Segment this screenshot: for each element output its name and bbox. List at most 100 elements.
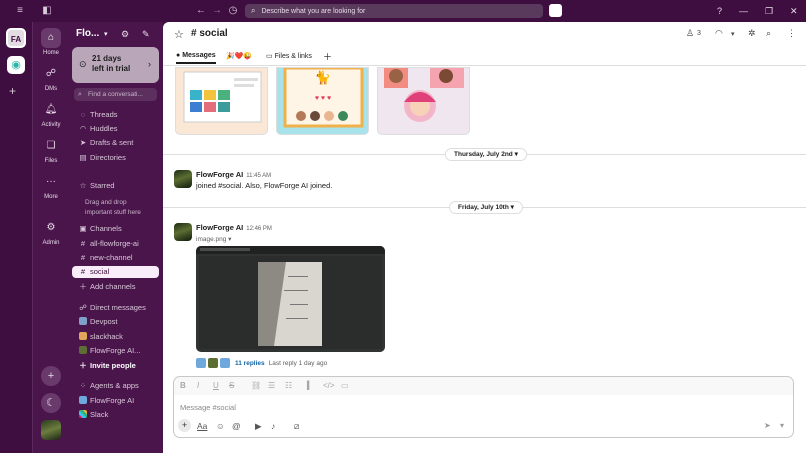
- emoji-icon[interactable]: ☺: [216, 421, 225, 431]
- bullet-list-icon[interactable]: ☷: [285, 381, 292, 390]
- chevron-down-icon[interactable]: ▾: [780, 421, 784, 430]
- shortcuts-icon[interactable]: ⧄: [294, 421, 299, 432]
- sidebar-channel-all-flowforge-ai[interactable]: # all-flowforge-ai: [72, 238, 159, 250]
- blockquote-icon[interactable]: ▍: [307, 381, 313, 390]
- tab-canvas[interactable]: 🎉❤️😜: [226, 52, 252, 60]
- sidebar-toggle-icon[interactable]: ◧: [40, 5, 54, 16]
- text-format-icon[interactable]: Aa: [197, 421, 207, 431]
- trial-banner[interactable]: ⊙ 21 days left in trial ›: [72, 47, 159, 83]
- strikethrough-icon[interactable]: S: [229, 381, 234, 390]
- chevron-down-icon[interactable]: ▾: [731, 30, 735, 38]
- message-input[interactable]: Message #social: [180, 403, 236, 412]
- nav-activity[interactable]: 🔔︎ Activity: [33, 100, 69, 128]
- tab-files[interactable]: ▭ Files & links: [266, 52, 312, 60]
- sidebar-item-directories[interactable]: ▤ Directories: [72, 152, 159, 164]
- underline-icon[interactable]: U: [213, 381, 219, 390]
- avatar[interactable]: [174, 223, 192, 241]
- close-icon[interactable]: ✕: [790, 4, 798, 18]
- ai-logo-icon[interactable]: [549, 4, 562, 17]
- kebab-menu-icon[interactable]: ⋮: [787, 28, 796, 39]
- member-count[interactable]: 3: [697, 30, 701, 37]
- settings-icon[interactable]: ⚙: [121, 29, 129, 40]
- italic-icon[interactable]: I: [197, 381, 199, 390]
- app-slack[interactable]: Slack: [72, 409, 159, 421]
- add-tab-icon[interactable]: ＋: [323, 50, 332, 63]
- message-author[interactable]: FlowForge AI 12:46 PM: [196, 223, 272, 232]
- file-name[interactable]: image.png ▾: [196, 235, 231, 243]
- bug-icon[interactable]: ✲: [748, 28, 756, 39]
- channel-title[interactable]: # social: [191, 28, 228, 39]
- thumbnail-image[interactable]: [377, 67, 470, 135]
- image-attachment[interactable]: [196, 246, 385, 352]
- new-message-icon[interactable]: ✎: [142, 29, 150, 40]
- forward-arrow-icon[interactable]: →: [210, 5, 224, 16]
- second-workspace-icon[interactable]: ◉: [7, 56, 25, 74]
- star-icon[interactable]: ☆: [174, 28, 184, 41]
- sidebar-channel-new-channel[interactable]: # new-channel: [72, 252, 159, 264]
- author-name: FlowForge AI: [196, 170, 244, 179]
- sidebar-item-drafts[interactable]: ➤ Drafts & sent: [72, 137, 159, 149]
- message-time[interactable]: 12:46 PM: [246, 226, 272, 232]
- members-icon[interactable]: ♙: [686, 28, 694, 39]
- invite-people-button[interactable]: ＋ Invite people: [72, 360, 159, 372]
- find-conversation-input[interactable]: ⌕ Find a conversati...: [74, 88, 157, 101]
- dm-devpost[interactable]: Devpost: [72, 316, 159, 328]
- dm-flowforge-ai[interactable]: FlowForge AI...: [72, 345, 159, 357]
- thumbnail-image[interactable]: [175, 67, 268, 135]
- nav-admin[interactable]: ⚙ Admin: [33, 218, 69, 246]
- maximize-icon[interactable]: ❐: [765, 4, 773, 18]
- menu-icon[interactable]: ≡: [13, 5, 27, 16]
- thread-replies[interactable]: 11 replies Last reply 1 day ago: [196, 358, 327, 368]
- workspace-name[interactable]: Flo...: [76, 28, 99, 39]
- help-icon[interactable]: ?: [717, 4, 722, 18]
- code-block-icon[interactable]: ▭: [341, 381, 349, 390]
- add-workspace-icon[interactable]: +: [9, 84, 16, 98]
- mention-icon[interactable]: @: [232, 421, 241, 431]
- dms-section-header[interactable]: ☍ Direct messages: [72, 302, 159, 314]
- add-channels-button[interactable]: ＋ Add channels: [72, 281, 159, 293]
- plus-icon: ＋: [79, 361, 87, 370]
- back-arrow-icon[interactable]: ←: [194, 5, 208, 16]
- hash-icon: #: [80, 239, 86, 248]
- nav-dms[interactable]: ☍ DMs: [33, 64, 69, 92]
- nav-more[interactable]: ··· More: [33, 172, 69, 200]
- date-divider-pill[interactable]: Friday, July 10th ▾: [449, 201, 523, 214]
- nav-home[interactable]: ⌂ Home: [33, 28, 69, 56]
- bold-icon[interactable]: B: [180, 381, 186, 390]
- app-flowforge-ai[interactable]: FlowForge AI: [72, 395, 159, 407]
- thumbnail-image[interactable]: 🐈 ♥ ♥ ♥: [276, 67, 369, 135]
- microphone-icon[interactable]: ♪: [271, 421, 275, 431]
- tab-messages[interactable]: ● Messages: [176, 52, 216, 64]
- theme-moon-icon[interactable]: ☾: [41, 393, 61, 413]
- message-author[interactable]: FlowForge AI 11:45 AM: [196, 170, 271, 179]
- search-bar[interactable]: ⌕ Describe what you are looking for: [245, 4, 543, 18]
- sidebar-item-threads[interactable]: ◌ Threads: [72, 109, 159, 121]
- search-icon[interactable]: ⌕: [766, 28, 771, 39]
- history-icon[interactable]: ◷: [226, 5, 240, 16]
- headphones-icon[interactable]: ◠: [715, 28, 723, 39]
- dm-slackhack[interactable]: slackhack: [72, 331, 159, 343]
- apps-section-header[interactable]: ⁘ Agents & apps: [72, 380, 159, 392]
- minimize-icon[interactable]: —: [739, 4, 748, 18]
- workspace-badge[interactable]: FA: [6, 28, 26, 48]
- thumbnail-graphic-icon: [183, 71, 262, 123]
- video-icon[interactable]: ▶: [255, 421, 262, 432]
- sidebar-item-huddles[interactable]: ◠ Huddles: [72, 123, 159, 135]
- message-time[interactable]: 11:45 AM: [246, 173, 271, 179]
- replies-count-link[interactable]: 11 replies: [235, 360, 265, 367]
- attach-plus-button[interactable]: +: [178, 419, 191, 432]
- link-icon[interactable]: ⛓: [251, 381, 261, 390]
- chevron-down-icon[interactable]: ▾: [104, 30, 108, 38]
- starred-section-header[interactable]: ☆ Starred: [72, 180, 159, 192]
- code-icon[interactable]: </>: [323, 381, 335, 390]
- ordered-list-icon[interactable]: ☰: [268, 381, 275, 390]
- nav-files[interactable]: ❏ Files: [33, 136, 69, 164]
- avatar[interactable]: [174, 170, 192, 188]
- user-avatar[interactable]: [41, 420, 61, 440]
- date-label: Friday, July 10th: [458, 204, 509, 211]
- channels-section-header[interactable]: ▣ Channels: [72, 223, 159, 235]
- sidebar-channel-social[interactable]: # social: [72, 266, 159, 278]
- date-divider-pill[interactable]: Thursday, July 2nd ▾: [445, 148, 527, 161]
- create-button[interactable]: +: [41, 366, 61, 386]
- send-icon[interactable]: ➤: [764, 421, 771, 430]
